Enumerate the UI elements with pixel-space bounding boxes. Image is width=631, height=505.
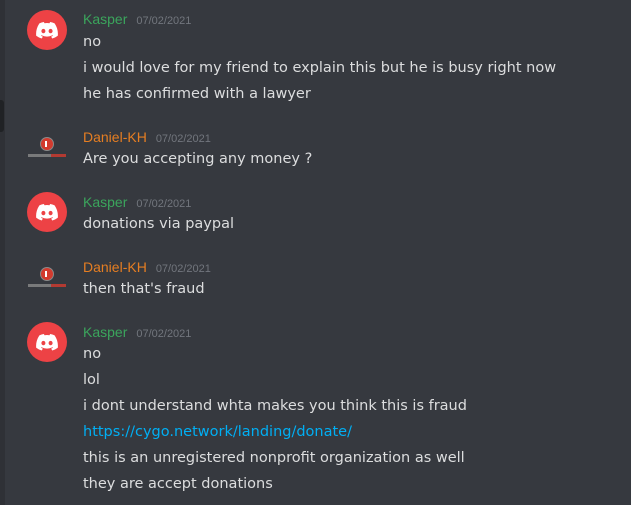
message-line: donations via paypal <box>83 216 234 232</box>
discord-logo-icon <box>36 203 58 220</box>
avatar[interactable] <box>27 322 67 362</box>
message-line: he has confirmed with a lawyer <box>83 86 311 102</box>
kh-wordmark <box>28 284 66 287</box>
message-line: they are accept donations <box>83 476 273 492</box>
avatar[interactable] <box>27 10 67 50</box>
message-header: Kasper 07/02/2021 <box>83 9 191 29</box>
timestamp: 07/02/2021 <box>155 133 211 145</box>
message-line: lol <box>83 372 100 388</box>
avatar[interactable] <box>27 192 67 232</box>
avatar[interactable] <box>27 127 67 167</box>
username[interactable]: Kasper <box>83 322 127 342</box>
left-scroll-thumb[interactable] <box>0 100 4 132</box>
message-line: no <box>83 346 102 362</box>
timestamp: 07/02/2021 <box>136 15 192 27</box>
kh-logo-icon <box>40 267 54 281</box>
timestamp: 07/02/2021 <box>136 328 192 340</box>
username[interactable]: Daniel-KH <box>83 257 147 277</box>
discord-logo-icon <box>36 333 58 350</box>
message-line: this is an unregistered nonprofit organi… <box>83 450 465 466</box>
message-line: i would love for my friend to explain th… <box>83 60 557 76</box>
message-header: Daniel-KH 07/02/2021 <box>83 257 211 277</box>
message-header: Kasper 07/02/2021 <box>83 322 191 342</box>
username[interactable]: Kasper <box>83 9 127 29</box>
discord-logo-icon <box>36 21 58 38</box>
message-header: Daniel-KH 07/02/2021 <box>83 127 211 147</box>
username[interactable]: Daniel-KH <box>83 127 147 147</box>
kh-logo-icon <box>40 137 54 151</box>
timestamp: 07/02/2021 <box>136 198 192 210</box>
timestamp: 07/02/2021 <box>155 263 211 275</box>
avatar[interactable] <box>27 257 67 297</box>
left-scroll-strip <box>0 0 5 505</box>
kh-wordmark <box>28 154 66 157</box>
message-header: Kasper 07/02/2021 <box>83 192 191 212</box>
message-line: then that's fraud <box>83 281 205 297</box>
donate-link[interactable]: https://cygo.network/landing/donate/ <box>83 421 352 443</box>
message-line: i dont understand whta makes you think t… <box>83 398 467 414</box>
message-line: Are you accepting any money ? <box>83 151 313 167</box>
message-line: no <box>83 34 102 50</box>
username[interactable]: Kasper <box>83 192 127 212</box>
